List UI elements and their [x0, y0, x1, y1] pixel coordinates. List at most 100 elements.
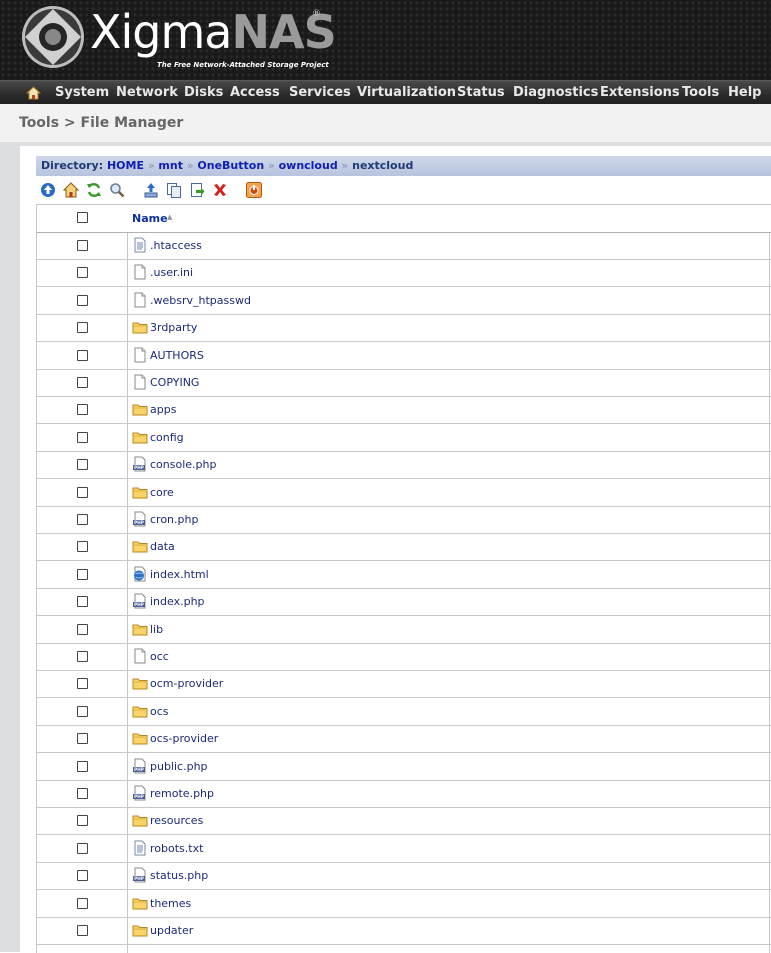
table-row[interactable]: .websrv_htpasswd: [37, 287, 771, 315]
dir-link-owncloud[interactable]: owncloud: [279, 159, 338, 172]
row-checkbox[interactable]: [77, 706, 88, 717]
table-row[interactable]: PHP console.php: [37, 451, 771, 479]
nav-extensions[interactable]: Extensions: [600, 85, 680, 100]
row-checkbox[interactable]: [77, 761, 88, 772]
row-checkbox[interactable]: [77, 240, 88, 251]
file-name-link[interactable]: .websrv_htpasswd: [150, 294, 251, 307]
up-icon[interactable]: [40, 182, 56, 198]
table-row[interactable]: PHP public.php: [37, 753, 771, 781]
table-row[interactable]: PHP remote.php: [37, 780, 771, 808]
table-row[interactable]: apps: [37, 396, 771, 424]
dir-link-mnt[interactable]: mnt: [158, 159, 183, 172]
table-row[interactable]: themes: [37, 890, 771, 918]
file-name-link[interactable]: apps: [150, 403, 176, 416]
table-row[interactable]: ocm-provider: [37, 670, 771, 698]
delete-icon[interactable]: [212, 182, 228, 198]
row-checkbox[interactable]: [77, 350, 88, 361]
table-row[interactable]: 3rdparty: [37, 314, 771, 342]
row-checkbox[interactable]: [77, 815, 88, 826]
file-name-link[interactable]: public.php: [150, 760, 208, 773]
table-row[interactable]: .htaccess: [37, 232, 771, 260]
search-icon[interactable]: [109, 182, 125, 198]
table-row[interactable]: AUTHORS: [37, 342, 771, 370]
file-name-link[interactable]: remote.php: [150, 787, 214, 800]
nav-diagnostics[interactable]: Diagnostics: [513, 85, 598, 100]
row-checkbox[interactable]: [77, 377, 88, 388]
file-name-link[interactable]: lib: [150, 623, 163, 636]
table-row[interactable]: PHP cron.php: [37, 506, 771, 534]
copy-icon[interactable]: [166, 182, 182, 198]
nav-access[interactable]: Access: [230, 85, 280, 100]
file-name-link[interactable]: themes: [150, 897, 191, 910]
home-icon[interactable]: [26, 86, 41, 100]
row-checkbox[interactable]: [77, 569, 88, 580]
nav-system[interactable]: System: [55, 85, 109, 100]
file-name-link[interactable]: .htaccess: [150, 239, 202, 252]
table-row[interactable]: config: [37, 424, 771, 452]
row-checkbox[interactable]: [77, 267, 88, 278]
row-checkbox[interactable]: [77, 870, 88, 881]
table-row[interactable]: occ: [37, 643, 771, 671]
file-name-link[interactable]: config: [150, 431, 184, 444]
file-name-link[interactable]: ocs-provider: [150, 732, 218, 745]
file-name-link[interactable]: 3rdparty: [150, 321, 197, 334]
table-row[interactable]: COPYING: [37, 369, 771, 397]
row-checkbox[interactable]: [77, 596, 88, 607]
row-checkbox[interactable]: [77, 541, 88, 552]
nav-status[interactable]: Status: [457, 85, 505, 100]
nav-services[interactable]: Services: [289, 85, 351, 100]
table-row[interactable]: index.html: [37, 561, 771, 589]
row-checkbox[interactable]: [77, 322, 88, 333]
table-row[interactable]: ocs-provider: [37, 725, 771, 753]
file-name-link[interactable]: data: [150, 540, 175, 553]
nav-help[interactable]: Help: [728, 85, 761, 100]
row-checkbox[interactable]: [77, 432, 88, 443]
row-checkbox[interactable]: [77, 295, 88, 306]
row-checkbox[interactable]: [77, 404, 88, 415]
file-name-link[interactable]: index.html: [150, 568, 209, 581]
row-checkbox[interactable]: [77, 459, 88, 470]
upload-icon[interactable]: [143, 182, 159, 198]
table-row[interactable]: data: [37, 533, 771, 561]
dir-link-onebutton[interactable]: OneButton: [197, 159, 264, 172]
file-name-link[interactable]: ocm-provider: [150, 677, 223, 690]
dir-link-home[interactable]: HOME: [107, 159, 144, 172]
row-checkbox[interactable]: [77, 624, 88, 635]
name-column-header[interactable]: Name: [132, 212, 168, 225]
row-checkbox[interactable]: [77, 651, 88, 662]
table-row[interactable]: updater: [37, 917, 771, 945]
row-checkbox[interactable]: [77, 843, 88, 854]
row-checkbox[interactable]: [77, 678, 88, 689]
table-row[interactable]: resources: [37, 807, 771, 835]
nav-virtualization[interactable]: Virtualization: [357, 85, 456, 100]
row-checkbox[interactable]: [77, 487, 88, 498]
row-checkbox[interactable]: [77, 788, 88, 799]
row-checkbox[interactable]: [77, 925, 88, 936]
file-name-link[interactable]: core: [150, 486, 174, 499]
home-icon[interactable]: [63, 182, 79, 198]
nav-tools[interactable]: Tools: [682, 85, 719, 100]
file-name-link[interactable]: .user.ini: [150, 266, 193, 279]
table-row[interactable]: robots.txt: [37, 835, 771, 863]
table-row[interactable]: .user.ini: [37, 259, 771, 287]
file-name-link[interactable]: cron.php: [150, 513, 198, 526]
select-all-checkbox[interactable]: [77, 212, 88, 223]
file-name-link[interactable]: updater: [150, 924, 193, 937]
file-name-link[interactable]: AUTHORS: [150, 349, 204, 362]
refresh-icon[interactable]: [86, 182, 102, 198]
nav-disks[interactable]: Disks: [184, 85, 223, 100]
row-checkbox[interactable]: [77, 898, 88, 909]
nav-network[interactable]: Network: [116, 85, 178, 100]
file-name-link[interactable]: occ: [150, 650, 169, 663]
row-checkbox[interactable]: [77, 733, 88, 744]
table-row[interactable]: PHP status.php: [37, 862, 771, 890]
file-name-link[interactable]: status.php: [150, 869, 208, 882]
logout-icon[interactable]: [246, 182, 262, 198]
table-row[interactable]: ocs: [37, 698, 771, 726]
file-name-link[interactable]: COPYING: [150, 376, 199, 389]
row-checkbox[interactable]: [77, 514, 88, 525]
file-name-link[interactable]: index.php: [150, 595, 205, 608]
table-row[interactable]: PHP index.php: [37, 588, 771, 616]
file-name-link[interactable]: console.php: [150, 458, 216, 471]
file-name-link[interactable]: ocs: [150, 705, 169, 718]
